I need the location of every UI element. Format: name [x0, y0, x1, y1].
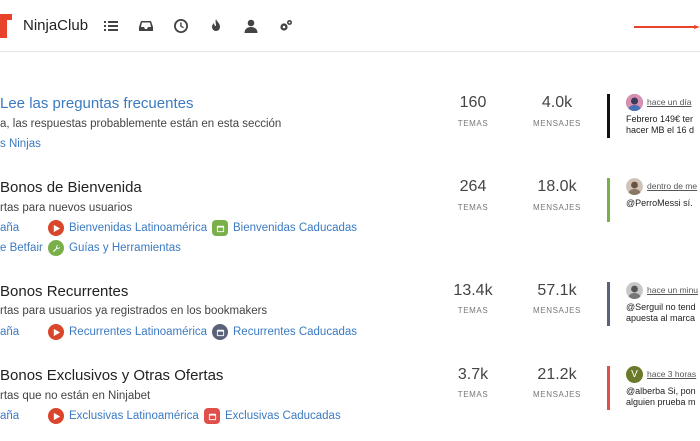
topics-count: 160	[459, 94, 487, 111]
subcategory-link[interactable]: Recurrentes Latinoamérica	[48, 324, 207, 340]
latest-post-excerpt: Febrero 149€ ter hacer MB el 16 d	[626, 114, 695, 135]
latest-post-time[interactable]: hace un minu	[647, 285, 698, 295]
latest-post-time[interactable]: hace 3 horas	[647, 369, 696, 379]
clock-icon[interactable]	[171, 16, 191, 36]
subcategory-link[interactable]: Bienvenidas Caducadas	[212, 220, 357, 236]
play-icon	[48, 324, 64, 340]
inbox-icon[interactable]	[136, 16, 156, 36]
category-color-bar	[607, 282, 610, 326]
category-title[interactable]: Bonos Exclusivos y Otras Ofertas	[0, 367, 223, 384]
latest-post[interactable]: dentro de me @PerroMessi sí.	[607, 178, 700, 222]
subcategory-link[interactable]: e Betfair	[0, 242, 43, 254]
topics-label: TEMAS	[457, 203, 489, 212]
latest-post[interactable]: V hace 3 horas @alberba Si, pon alguien p…	[607, 366, 700, 410]
subcategory-link[interactable]: aña	[0, 410, 19, 422]
subcategory-link[interactable]: Exclusivas Caducadas	[204, 408, 341, 424]
wrench-icon	[48, 240, 64, 256]
topics-label: TEMAS	[457, 119, 489, 128]
avatar[interactable]	[626, 178, 643, 195]
posts-count: 18.0k	[537, 178, 577, 195]
category-color-bar	[607, 178, 610, 222]
subcategory-link[interactable]: Recurrentes Caducadas	[212, 324, 357, 340]
subcategory-link[interactable]: s Ninjas	[0, 138, 41, 150]
user-icon[interactable]	[241, 16, 261, 36]
subcategory-link[interactable]: aña	[0, 326, 19, 338]
gears-icon[interactable]	[276, 16, 296, 36]
avatar[interactable]	[626, 94, 643, 111]
subcategory-link[interactable]: aña	[0, 222, 19, 234]
posts-count: 57.1k	[537, 282, 577, 299]
latest-post-time[interactable]: dentro de me	[647, 181, 697, 191]
fire-icon[interactable]	[206, 16, 226, 36]
category-color-bar	[607, 94, 610, 138]
top-header: NinjaClub	[0, 0, 700, 52]
subcategory-link[interactable]: Bienvenidas Latinoamérica	[48, 220, 207, 236]
posts-label: MENSAJES	[533, 306, 581, 315]
category-title[interactable]: Bonos Recurrentes	[0, 283, 128, 300]
avatar[interactable]	[626, 282, 643, 299]
latest-post-time[interactable]: hace un día	[647, 97, 691, 107]
latest-post-excerpt: @alberba Si, pon alguien prueba m	[626, 386, 696, 407]
posts-count: 4.0k	[541, 94, 573, 111]
latest-post-excerpt: @Serguil no tend apuesta al marca	[626, 302, 696, 323]
posts-label: MENSAJES	[533, 119, 581, 128]
calendar-icon	[212, 324, 228, 340]
ninjaclub-logo[interactable]	[0, 14, 12, 38]
subcategory-link[interactable]: Exclusivas Latinoamérica	[48, 408, 199, 424]
avatar[interactable]: V	[626, 366, 643, 383]
topics-count: 264	[459, 178, 487, 195]
category-title[interactable]: Lee las preguntas frecuentes	[0, 95, 193, 112]
posts-label: MENSAJES	[533, 203, 581, 212]
latest-post[interactable]: hace un día Febrero 149€ ter hacer MB el …	[607, 94, 700, 138]
list-icon[interactable]	[101, 16, 121, 36]
category-description: rtas para usuarios ya registrados en los…	[0, 305, 268, 317]
calendar-icon	[204, 408, 220, 424]
latest-post[interactable]: hace un minu @Serguil no tend apuesta al …	[607, 282, 700, 326]
subcategory-link[interactable]: Guías y Herramientas	[48, 240, 181, 256]
arrow-right-icon	[634, 25, 700, 29]
posts-label: MENSAJES	[533, 390, 581, 399]
topics-count: 13.4k	[453, 282, 493, 299]
category-color-bar	[607, 366, 610, 410]
topics-count: 3.7k	[457, 366, 489, 383]
category-description: a, las respuestas probablemente están en…	[0, 118, 282, 130]
topics-label: TEMAS	[457, 306, 489, 315]
category-description: rtas para nuevos usuarios	[0, 202, 133, 214]
site-brand[interactable]: NinjaClub	[23, 17, 88, 34]
play-icon	[48, 220, 64, 236]
play-icon	[48, 408, 64, 424]
latest-post-excerpt: @PerroMessi sí.	[626, 198, 693, 208]
posts-count: 21.2k	[537, 366, 577, 383]
category-title[interactable]: Bonos de Bienvenida	[0, 179, 142, 196]
calendar-icon	[212, 220, 228, 236]
category-description: rtas que no están en Ninjabet	[0, 390, 151, 402]
topics-label: TEMAS	[457, 390, 489, 399]
